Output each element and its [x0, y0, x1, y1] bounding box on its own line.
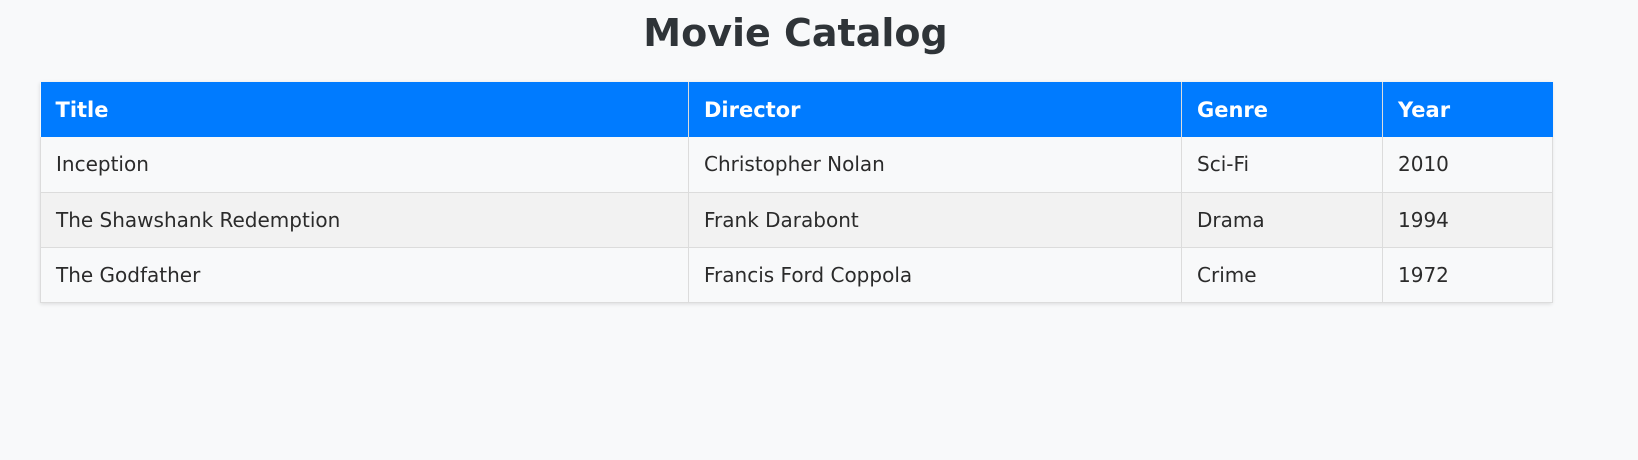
cell-title: Inception — [40, 137, 689, 193]
cell-director: Frank Darabont — [688, 192, 1182, 248]
cell-genre: Crime — [1181, 247, 1383, 303]
table-header: Title Director Genre Year — [40, 82, 1553, 137]
table-body: Inception Christopher Nolan Sci-Fi 2010 … — [40, 137, 1553, 303]
cell-title: The Godfather — [40, 247, 689, 303]
table-row[interactable]: The Godfather Francis Ford Coppola Crime… — [40, 247, 1553, 303]
column-header-title[interactable]: Title — [40, 82, 689, 137]
table-row[interactable]: The Shawshank Redemption Frank Darabont … — [40, 192, 1553, 248]
column-header-genre[interactable]: Genre — [1181, 82, 1383, 137]
cell-year: 2010 — [1382, 137, 1553, 193]
table-header-row: Title Director Genre Year — [40, 82, 1553, 137]
cell-title: The Shawshank Redemption — [40, 192, 689, 248]
column-header-director[interactable]: Director — [688, 82, 1182, 137]
movie-table-container: Title Director Genre Year Inception Chri… — [40, 82, 1553, 303]
page-title: Movie Catalog — [643, 11, 948, 55]
table-row[interactable]: Inception Christopher Nolan Sci-Fi 2010 — [40, 137, 1553, 193]
column-header-year[interactable]: Year — [1383, 82, 1553, 137]
cell-year: 1972 — [1382, 247, 1553, 303]
cell-director: Francis Ford Coppola — [688, 247, 1182, 303]
cell-year: 1994 — [1382, 192, 1553, 248]
cell-genre: Sci-Fi — [1181, 137, 1383, 193]
cell-genre: Drama — [1181, 192, 1383, 248]
cell-director: Christopher Nolan — [688, 137, 1182, 193]
movie-table: Title Director Genre Year Inception Chri… — [40, 82, 1553, 303]
